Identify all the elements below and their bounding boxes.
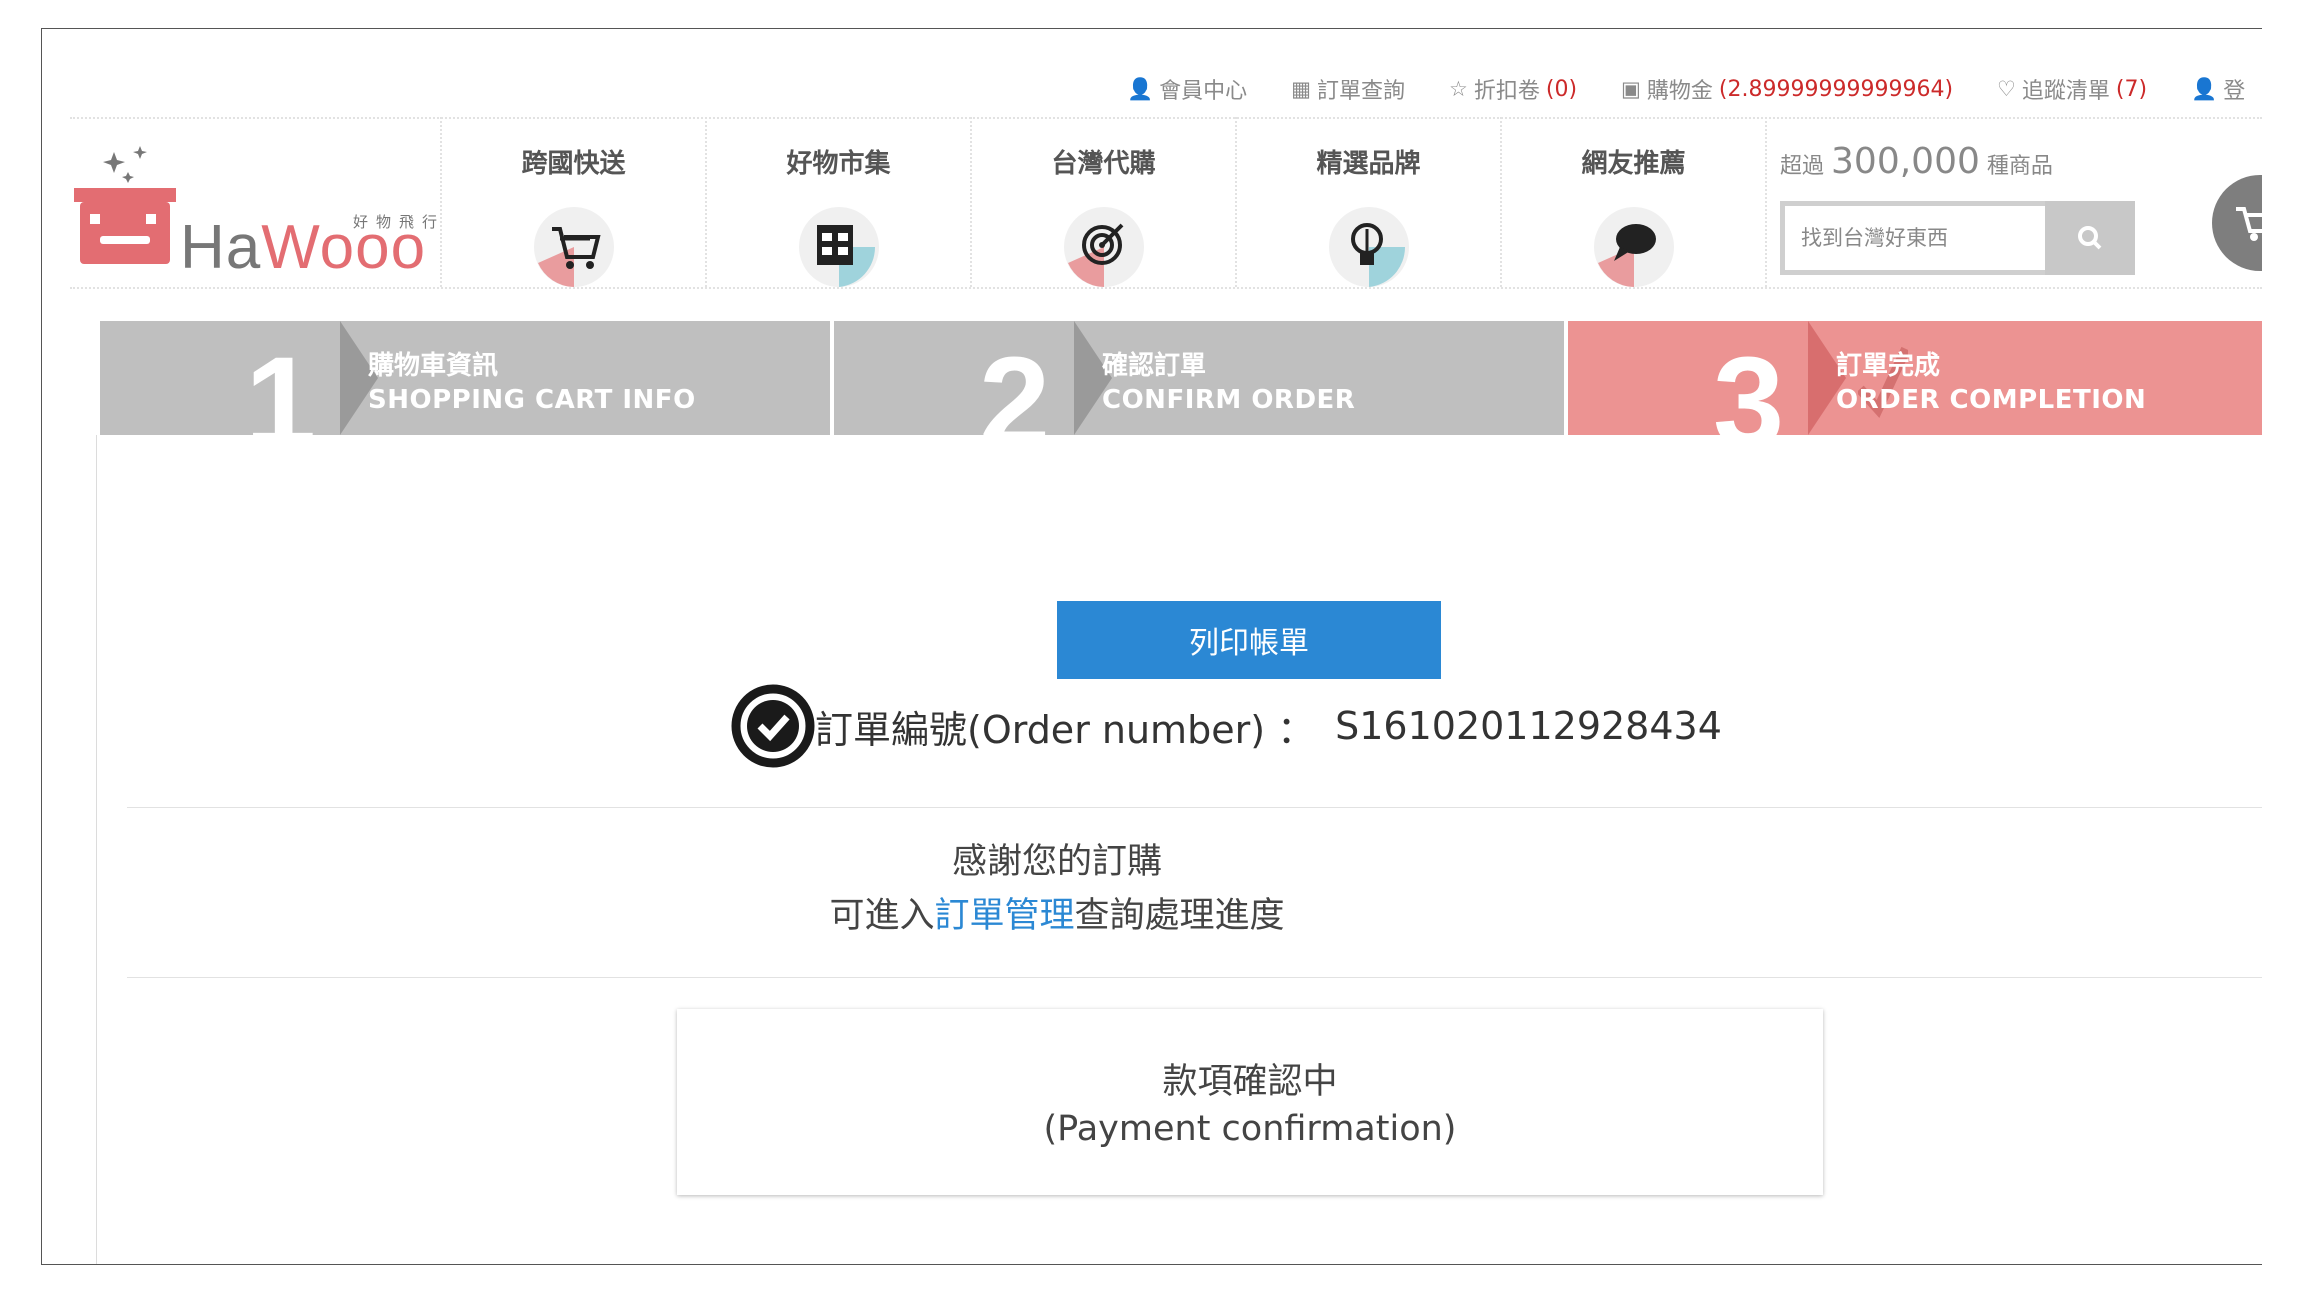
- search-button[interactable]: [2045, 201, 2135, 275]
- step-number: 3: [1713, 331, 1785, 436]
- chat-icon: [1593, 207, 1674, 287]
- payment-status-en: (Payment confirmation): [1043, 1109, 1457, 1149]
- check-circle-icon: [731, 684, 815, 768]
- step-shopping-cart-info: 1 購物車資訊 SHOPPING CART INFO: [100, 321, 830, 435]
- category-cross-border[interactable]: 跨國快送: [440, 117, 705, 287]
- shopping-cart-icon: [2236, 207, 2262, 241]
- top-utility-bar: 👤 會員中心 ▦ 訂單查詢 ☆ 折扣卷 (0) ▣ 購物金 (2.899999999…: [1127, 73, 2262, 105]
- step-title-zh: 確認訂單: [1102, 351, 1207, 381]
- thanks-text-block: 感謝您的訂購 可進入訂單管理查詢處理進度: [707, 835, 1407, 943]
- star-icon: ☆: [1449, 77, 1468, 101]
- cart-button[interactable]: 1: [2212, 175, 2262, 271]
- credit-link[interactable]: ▣ 購物金 (2.89999999999964): [1621, 73, 1953, 105]
- step-title-en: SHOPPING CART INFO: [368, 385, 696, 415]
- grid-icon: ▦: [1291, 77, 1312, 101]
- progress-prefix: 可進入: [829, 896, 935, 936]
- header-divider-bottom: [70, 287, 2262, 289]
- category-label: 跨國快送: [521, 149, 626, 179]
- search-icon: [2078, 226, 2102, 250]
- user-icon: 👤: [1127, 76, 1154, 101]
- divider: [127, 807, 2262, 808]
- market-icon: [798, 207, 879, 287]
- step-title-zh: 訂單完成: [1836, 351, 1941, 381]
- order-number-value: S161020112928434: [1335, 704, 1722, 748]
- search-input[interactable]: 找到台灣好東西: [1780, 201, 2045, 275]
- promo-prefix: 超過: [1780, 154, 1825, 179]
- step-title-en: CONFIRM ORDER: [1102, 385, 1356, 415]
- heart-icon: ♡: [1997, 77, 2016, 101]
- logo-text-wooo: Wooo: [261, 213, 427, 282]
- coupon-label: 折扣卷: [1473, 79, 1540, 104]
- progress-suffix: 查詢處理進度: [1074, 896, 1285, 936]
- category-label: 台灣代購: [1051, 149, 1156, 179]
- member-center-label: 會員中心: [1159, 79, 1248, 104]
- category-recommend[interactable]: 網友推薦: [1500, 117, 1767, 287]
- order-number-line: 訂單編號(Order number) ： S161020112928434: [731, 683, 1722, 769]
- category-nav: 跨國快送 好物市集 台灣代購 精選品牌 網友推薦: [440, 117, 1767, 287]
- bulb-icon: [1328, 207, 1409, 287]
- coupon-count: (0): [1545, 76, 1578, 102]
- category-label: 好物市集: [786, 149, 891, 179]
- target-icon: [1063, 207, 1144, 287]
- progress-line: 可進入訂單管理查詢處理進度: [707, 889, 1407, 943]
- step-title-en: ORDER COMPLETION: [1836, 385, 2147, 415]
- category-label: 精選品牌: [1316, 149, 1421, 179]
- money-icon: ▣: [1621, 77, 1641, 101]
- hawooo-logo[interactable]: 好物飛行 HaWooo: [70, 144, 445, 282]
- member-center-link[interactable]: 👤 會員中心: [1127, 73, 1247, 105]
- checkout-steps: 1 購物車資訊 SHOPPING CART INFO 2 確認訂單 CONFIR…: [100, 321, 2262, 435]
- product-count-promo: 超過 300,000 種商品: [1780, 141, 2053, 182]
- category-market[interactable]: 好物市集: [705, 117, 970, 287]
- logo-text-ha: Ha: [180, 213, 262, 282]
- payment-status-box: 款項確認中 (Payment confirmation): [677, 1009, 1823, 1195]
- order-complete-panel: 列印帳單 訂單編號(Order number) ： S1610201129284…: [96, 435, 2262, 1264]
- promo-suffix: 種商品: [1986, 154, 2053, 179]
- category-taiwan-buy[interactable]: 台灣代購: [970, 117, 1235, 287]
- order-number-label: 訂單編號(Order number) ：: [815, 707, 1316, 752]
- login-link[interactable]: 👤 登: [2191, 73, 2245, 105]
- login-label: 登: [2223, 79, 2246, 104]
- category-brands[interactable]: 精選品牌: [1235, 117, 1500, 287]
- payment-status-zh: 款項確認中: [1162, 1062, 1338, 1102]
- category-label: 網友推薦: [1581, 149, 1686, 179]
- page-frame: 👤 會員中心 ▦ 訂單查詢 ☆ 折扣卷 (0) ▣ 購物金 (2.899999999…: [41, 28, 2262, 1265]
- step-order-completion: 3 訂單完成 ORDER COMPLETION: [1568, 321, 2262, 435]
- promo-count: 300,000: [1831, 141, 1980, 182]
- credit-value: (2.89999999999964): [1718, 76, 1954, 102]
- step-number: 2: [979, 331, 1051, 436]
- thanks-line: 感謝您的訂購: [951, 842, 1162, 882]
- user-key-icon: 👤: [2191, 76, 2218, 101]
- coupon-link[interactable]: ☆ 折扣卷 (0): [1449, 73, 1577, 105]
- wishlist-label: 追蹤清單: [2021, 79, 2110, 104]
- order-management-link[interactable]: 訂單管理: [934, 896, 1074, 936]
- order-query-link[interactable]: ▦ 訂單查詢: [1291, 73, 1405, 105]
- wishlist-link[interactable]: ♡ 追蹤清單 (7): [1997, 73, 2147, 105]
- wishlist-count: (7): [2115, 76, 2148, 102]
- divider: [127, 977, 2262, 978]
- search-bar: 找到台灣好東西: [1780, 201, 2135, 275]
- step-title-zh: 購物車資訊: [368, 351, 499, 381]
- logo-text: HaWooo: [180, 212, 426, 283]
- step-number: 1: [245, 331, 317, 436]
- cart-icon: [533, 207, 614, 287]
- print-bill-button[interactable]: 列印帳單: [1057, 601, 1441, 679]
- step-confirm-order: 2 確認訂單 CONFIRM ORDER: [834, 321, 1564, 435]
- credit-label: 購物金: [1646, 79, 1713, 104]
- order-query-label: 訂單查詢: [1317, 79, 1406, 104]
- logo-mark-icon: [74, 146, 176, 264]
